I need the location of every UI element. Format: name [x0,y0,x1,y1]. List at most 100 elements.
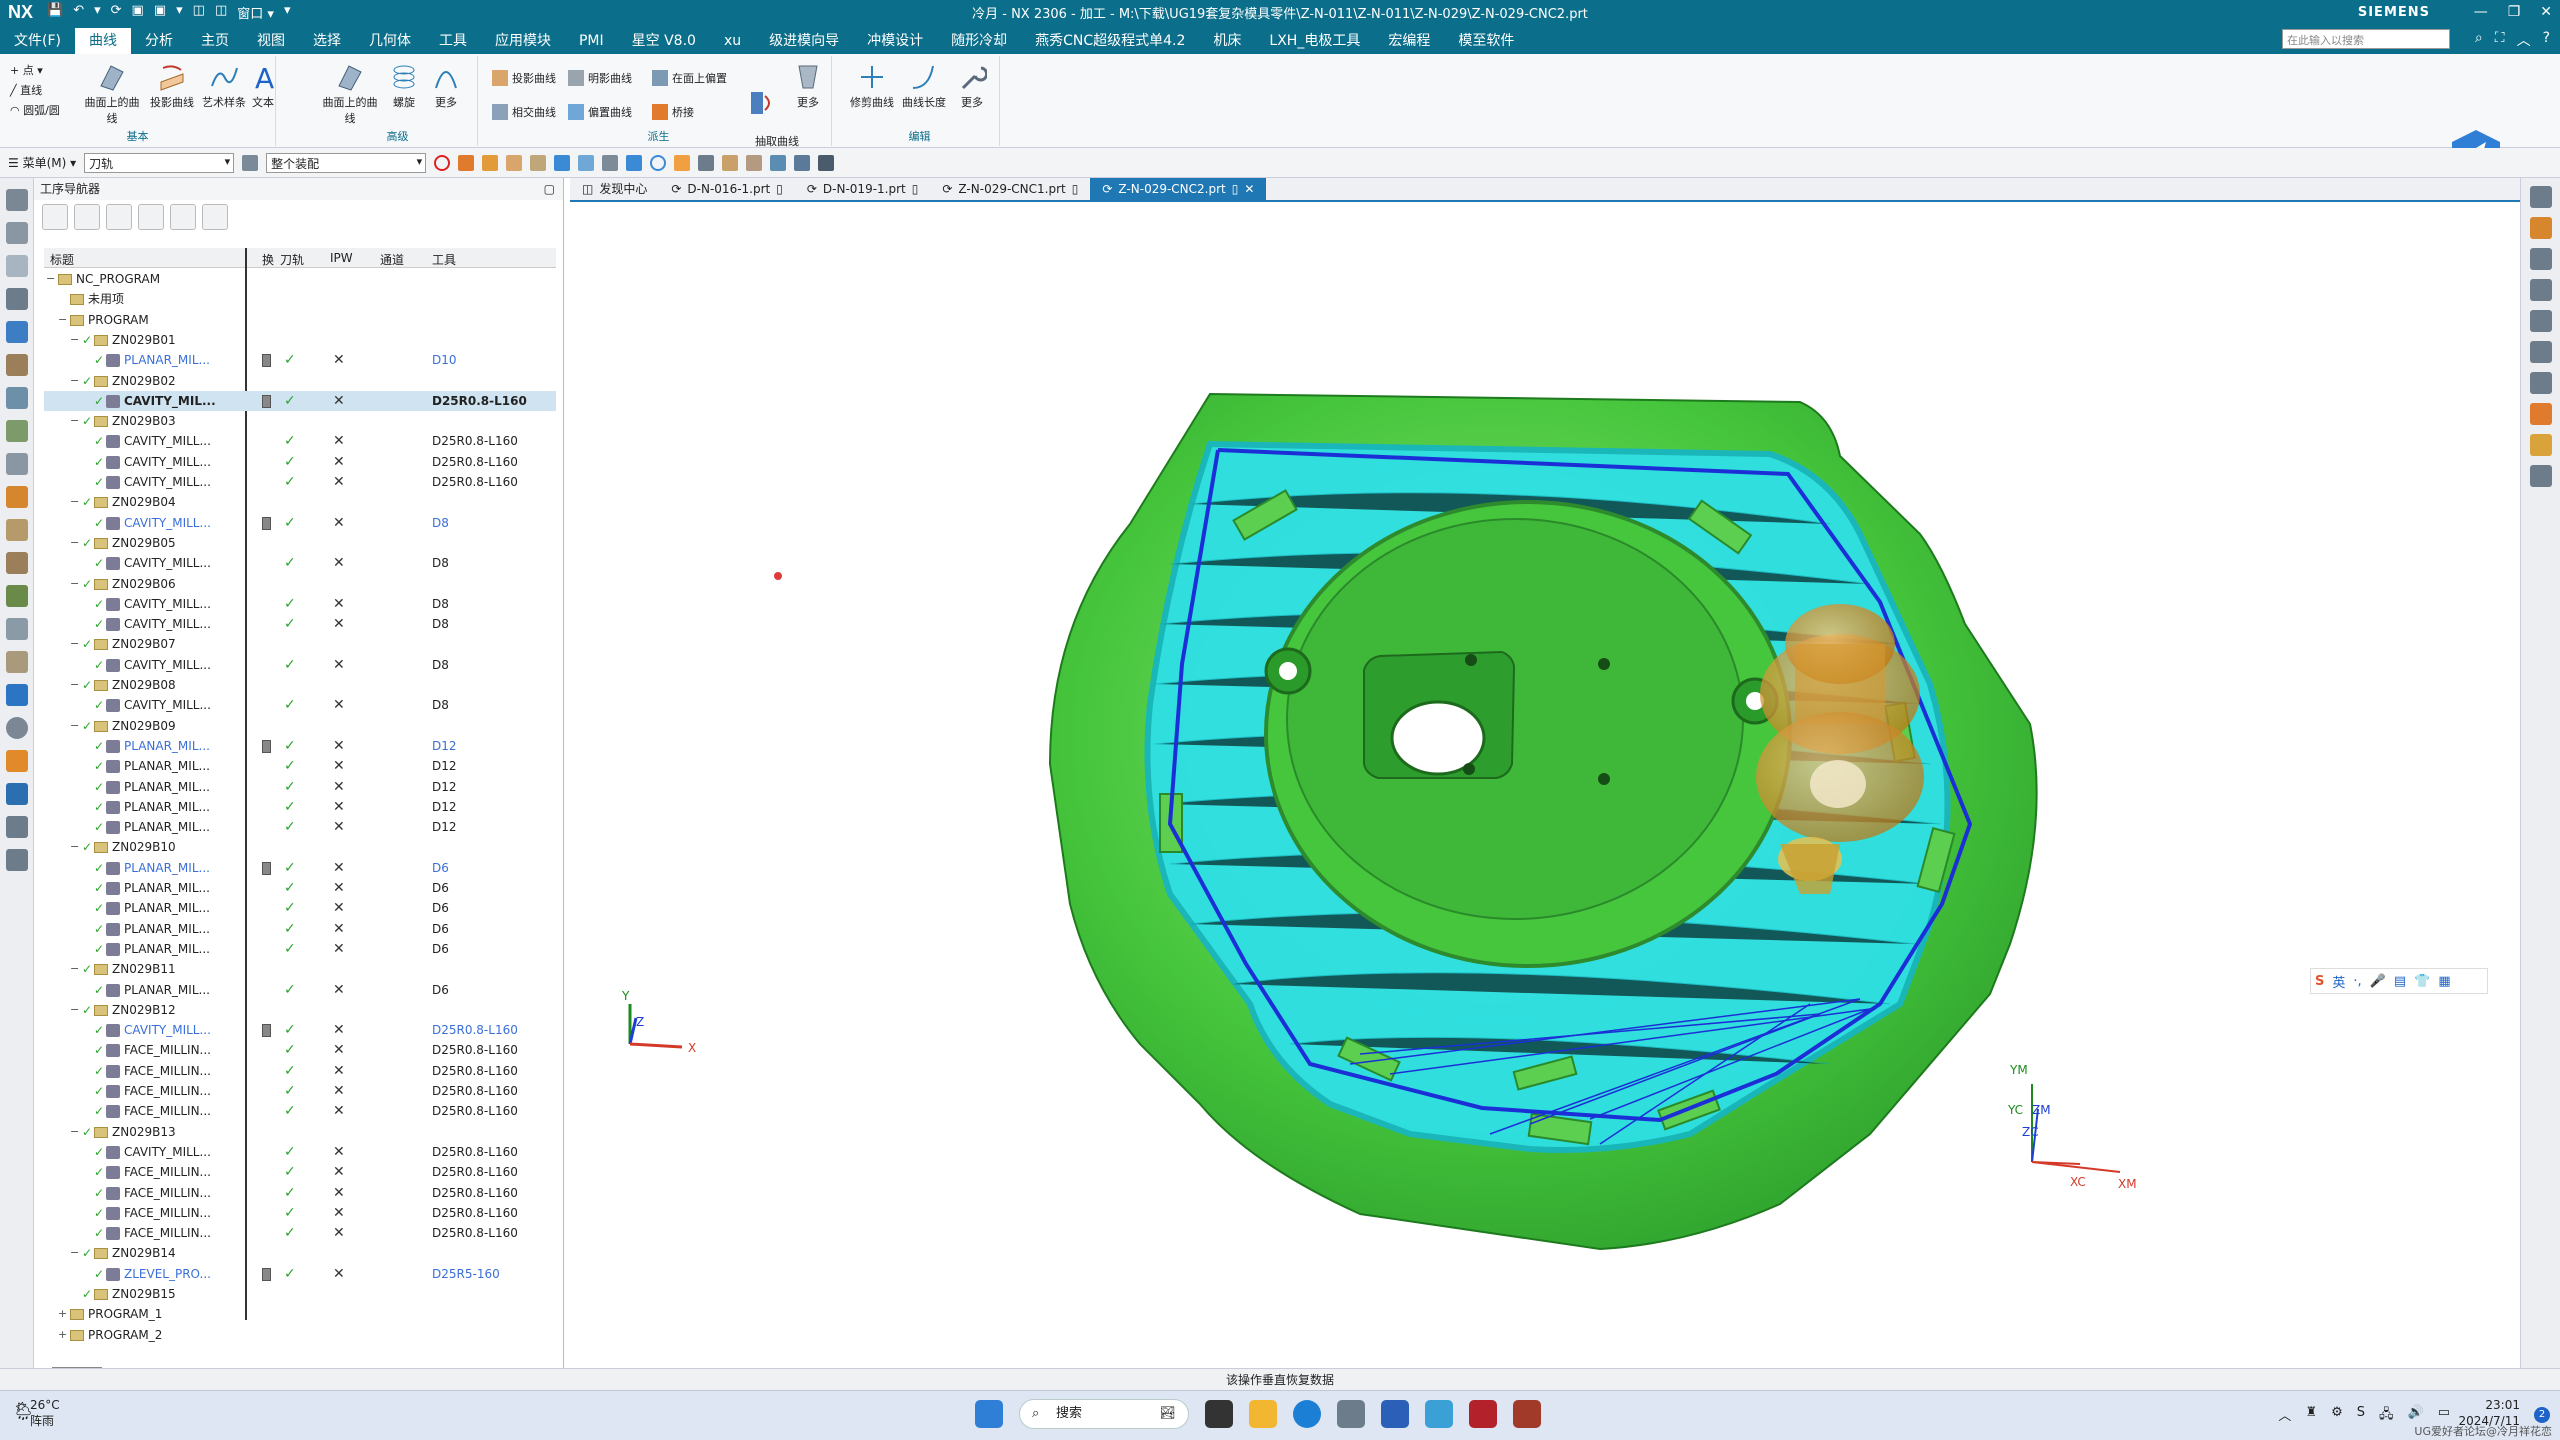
collapse-ribbon-icon[interactable]: ︿ [2517,30,2531,50]
curve-on-surface-adv-button[interactable]: 曲面上的曲线 [318,62,382,126]
toolpath-display-icon[interactable] [770,154,787,171]
layer-icon[interactable] [2529,310,2552,332]
arc-circle-button[interactable]: ◠ 圆弧/圆 [10,102,60,118]
copy-icon[interactable]: ▣ [132,3,144,22]
tools-icon[interactable] [5,816,28,838]
tray-ime-icon[interactable]: S [2357,1405,2365,1427]
panel-close-icon[interactable]: ▢ [544,178,555,200]
menu-item[interactable]: 燕秀CNC超级程式单4.2 [1021,28,1199,54]
palette-icon[interactable] [5,750,28,772]
operation-row[interactable]: ✓ PLANAR_MIL... ✓ ✕ D12 [44,797,556,817]
expand-toggle-icon[interactable]: − [70,533,79,553]
measure-icon[interactable] [5,783,28,805]
tree-node-row[interactable]: − ✓ ZN029B10 [44,837,556,857]
machine-tool-view-icon[interactable] [74,204,100,230]
operation-row[interactable]: ✓ FACE_MILLIN... ✓ ✕ D25R0.8-L160 [44,1162,556,1182]
menu-item[interactable]: 视图 [243,28,299,54]
snap-icon[interactable] [602,154,619,171]
document-tab[interactable]: ⟳ D-N-016-1.prt ▯ [659,178,795,200]
restore-button[interactable]: ❐ [2508,4,2521,20]
weather-widget[interactable]: 26°C 阵雨 [30,1397,60,1429]
stop-icon[interactable] [434,154,451,171]
operation-row[interactable]: ✓ PLANAR_MIL... ✓ ✕ D12 [44,817,556,837]
menu-item[interactable]: xu [710,28,755,54]
expand-toggle-icon[interactable]: + [58,1325,67,1345]
tree-node-row[interactable]: − ✓ ZN029B13 [44,1122,556,1142]
undo-icon[interactable]: ↶ [73,3,84,22]
operation-navigator-icon[interactable] [5,321,28,343]
fullscreen-icon[interactable]: ⛶ [2495,30,2505,50]
menu-item[interactable]: 选择 [299,28,355,54]
tree-node-row[interactable]: − ✓ ZN029B11 [44,959,556,979]
operation-row[interactable]: ✓ ZLEVEL_PRO... ✓ ✕ D25R5-160 [44,1264,556,1284]
tree-node-row[interactable]: − PROGRAM [44,310,556,330]
window-menu[interactable]: 窗口 ▾ [237,3,274,22]
layout-icon[interactable]: ◫ [215,3,227,22]
menu-item[interactable]: 级进模向导 [755,28,853,54]
face-filter-icon[interactable] [482,154,499,171]
operation-row[interactable]: ✓ PLANAR_MIL... ✓ ✕ D12 [44,736,556,756]
document-tab[interactable]: ⟳ Z-N-029-CNC2.prt ▯ ✕ [1090,178,1267,200]
bridge-button[interactable]: 桥接 [652,104,694,120]
scope-select[interactable]: 整个装配 [266,152,427,173]
tab-close-icon[interactable]: ✕ [1244,178,1254,200]
file-explorer-icon[interactable] [1249,1400,1277,1428]
tree-node-row[interactable]: − ✓ ZN029B05 [44,533,556,553]
document-tab[interactable]: ⟳ D-N-019-1.prt ▯ [795,178,931,200]
toolpath-view-icon[interactable] [794,154,811,171]
operation-row[interactable]: ✓ CAVITY_MILL... ✓ ✕ D25R0.8-L160 [44,472,556,492]
intersect-snap-icon[interactable] [698,154,715,171]
expand-toggle-icon[interactable]: − [70,837,79,857]
zoom-icon[interactable] [2529,279,2552,301]
tree-node-row[interactable]: − ✓ ZN029B06 [44,574,556,594]
column-ipw[interactable]: IPW [330,251,353,265]
create-operation-icon[interactable] [170,204,196,230]
geometry-view-icon[interactable] [106,204,132,230]
expand-toggle-icon[interactable]: − [70,330,79,350]
expand-toggle-icon[interactable]: − [70,675,79,695]
machine-tool-navigator-icon[interactable] [5,354,28,376]
ime-punct-icon[interactable]: ·, [2353,974,2361,989]
operation-row[interactable]: ✓ CAVITY_MILL... ✓ ✕ D25R0.8-L160 [44,1142,556,1162]
operation-row[interactable]: ✓ CAVITY_MIL... ✓ ✕ D25R0.8-L160 [44,390,556,411]
menu-item[interactable]: 冲模设计 [853,28,937,54]
operation-row[interactable]: ✓ CAVITY_MILL... ✓ ✕ D8 [44,594,556,614]
operation-row[interactable]: ✓ CAVITY_MILL... ✓ ✕ D8 [44,614,556,634]
delete-operation-icon[interactable] [202,204,228,230]
minimize-button[interactable]: — [2474,4,2488,20]
undo-dropdown-icon[interactable]: ▾ [94,3,101,22]
method-view-icon[interactable] [138,204,164,230]
reuse-library-icon[interactable] [5,486,28,508]
redo-icon[interactable]: ⟳ [111,3,122,22]
ime-toolbar[interactable]: S 英 ·, 🎤 ▤ 👕 ▦ [2310,968,2488,994]
winrar-icon[interactable] [1513,1400,1541,1428]
clock-icon[interactable] [5,717,28,739]
tree-node-row[interactable]: 未用项 [44,289,556,309]
operation-row[interactable]: ✓ CAVITY_MILL... ✓ ✕ D8 [44,513,556,533]
pencil-icon[interactable] [2529,465,2552,487]
render-style-icon[interactable] [2529,217,2552,239]
more-edit-button[interactable]: 更多 [952,62,992,110]
box-snap-icon[interactable] [722,154,739,171]
search-submit-icon[interactable]: ⌕ [2475,30,2483,50]
menu-item[interactable]: 主页 [187,28,243,54]
command-search-input[interactable]: 在此输入以搜索 [2282,29,2450,49]
tree-node-row[interactable]: − ✓ ZN029B12 [44,1000,556,1020]
store-icon[interactable] [1381,1400,1409,1428]
feature-filter-icon[interactable] [530,154,547,171]
tray-chevron-icon[interactable]: ︿ [2278,1405,2291,1427]
assembly-navigator-icon[interactable] [5,255,28,277]
ime-lang-toggle[interactable]: 英 [2332,972,2345,991]
tree-node-row[interactable]: − ✓ ZN029B14 [44,1243,556,1263]
column-title[interactable]: 标题 [50,251,74,268]
operation-row[interactable]: ✓ FACE_MILLIN... ✓ ✕ D25R0.8-L160 [44,1040,556,1060]
operation-row[interactable]: ✓ FACE_MILLIN... ✓ ✕ D25R0.8-L160 [44,1101,556,1121]
tool-display-icon[interactable] [2529,434,2552,456]
tray-app2-icon[interactable]: ⚙ [2331,1405,2343,1427]
operation-row[interactable]: ✓ PLANAR_MIL... ✓ ✕ D6 [44,939,556,959]
ime-skin-icon[interactable]: 👕 [2414,974,2430,989]
line-button[interactable]: ╱ 直线 [10,82,42,98]
tree-node-row[interactable]: − NC_PROGRAM [44,269,556,289]
tree-node-row[interactable]: − ✓ ZN029B02 [44,371,556,391]
operation-row[interactable]: ✓ FACE_MILLIN... ✓ ✕ D25R0.8-L160 [44,1183,556,1203]
